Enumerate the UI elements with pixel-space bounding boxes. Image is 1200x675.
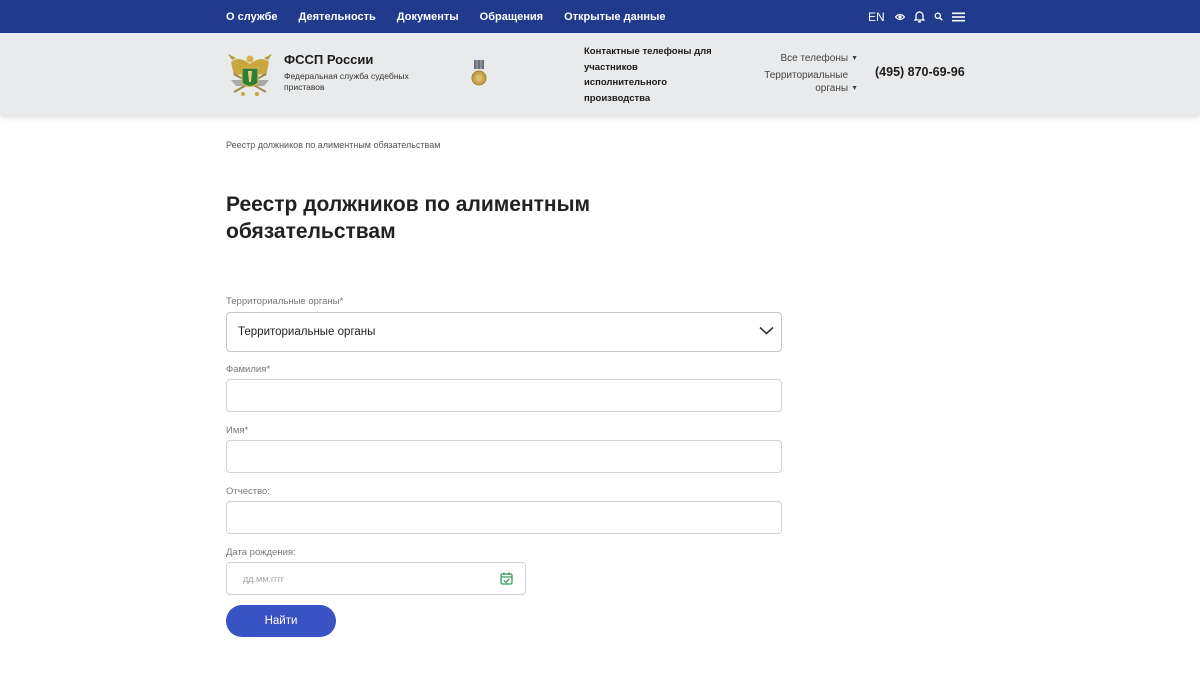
birthdate-field [226,562,526,595]
caret-down-icon: ▼ [851,55,858,62]
territorial-label: Территориальные органы* [226,296,344,307]
top-nav-tools: EN [868,0,974,33]
hotline-phone[interactable]: (495) 870-69-96 [875,65,965,79]
birthdate-input[interactable] [227,563,487,594]
chevron-down-icon [759,326,774,338]
territorial-label: Территориальные органы [764,70,849,94]
lastname-input[interactable] [227,380,781,411]
phone-links: Все телефоны ▼ Территориальные органы ▼ [756,52,858,95]
medal-icon [471,60,487,88]
bell-icon[interactable] [913,10,925,23]
search-icon[interactable] [934,12,943,21]
territorial-selected-value: Территориальные органы [238,326,376,338]
breadcrumb[interactable]: Реестр должников по алиментным обязатель… [226,140,440,150]
patronymic-field [226,501,782,534]
firstname-input[interactable] [227,441,781,472]
language-switch[interactable]: EN [868,10,885,24]
top-nav-bar: О службе Деятельность Документы Обращени… [0,0,1200,33]
territorial-select[interactable]: Территориальные органы [226,312,782,352]
nav-item-about[interactable]: О службе [226,11,278,23]
fssp-emblem-logo[interactable] [228,50,272,98]
org-subtitle: Федеральная служба судебных приставов [284,71,409,92]
territorial-dropdown[interactable]: Территориальные органы ▼ [756,69,858,95]
nav-item-open-data[interactable]: Открытые данные [564,11,665,23]
patronymic-input[interactable] [227,502,781,533]
page-title: Реестр должников по алиментным обязатель… [226,193,591,243]
firstname-label: Имя* [226,425,249,436]
lastname-label: Фамилия* [226,364,271,375]
org-name[interactable]: ФССП России [284,52,373,67]
lastname-field [226,379,782,412]
nav-item-activity[interactable]: Деятельность [299,11,376,23]
site-header: ФССП России Федеральная служба судебных … [0,33,1200,115]
all-phones-dropdown[interactable]: Все телефоны ▼ [756,52,858,65]
top-nav: О службе Деятельность Документы Обращени… [226,0,687,33]
all-phones-label: Все телефоны [780,53,849,64]
nav-item-documents[interactable]: Документы [397,11,459,23]
firstname-field [226,440,782,473]
search-button[interactable]: Найти [226,605,336,637]
nav-item-appeals[interactable]: Обращения [480,11,543,23]
birthdate-label: Дата рождения: [226,547,296,558]
calendar-icon[interactable] [500,572,513,590]
contacts-title: Контактные телефоны для участников испол… [584,46,712,104]
caret-down-icon: ▼ [851,85,858,92]
menu-icon[interactable] [951,12,965,22]
patronymic-label: Отчество: [226,486,270,497]
eye-icon[interactable] [894,13,905,21]
